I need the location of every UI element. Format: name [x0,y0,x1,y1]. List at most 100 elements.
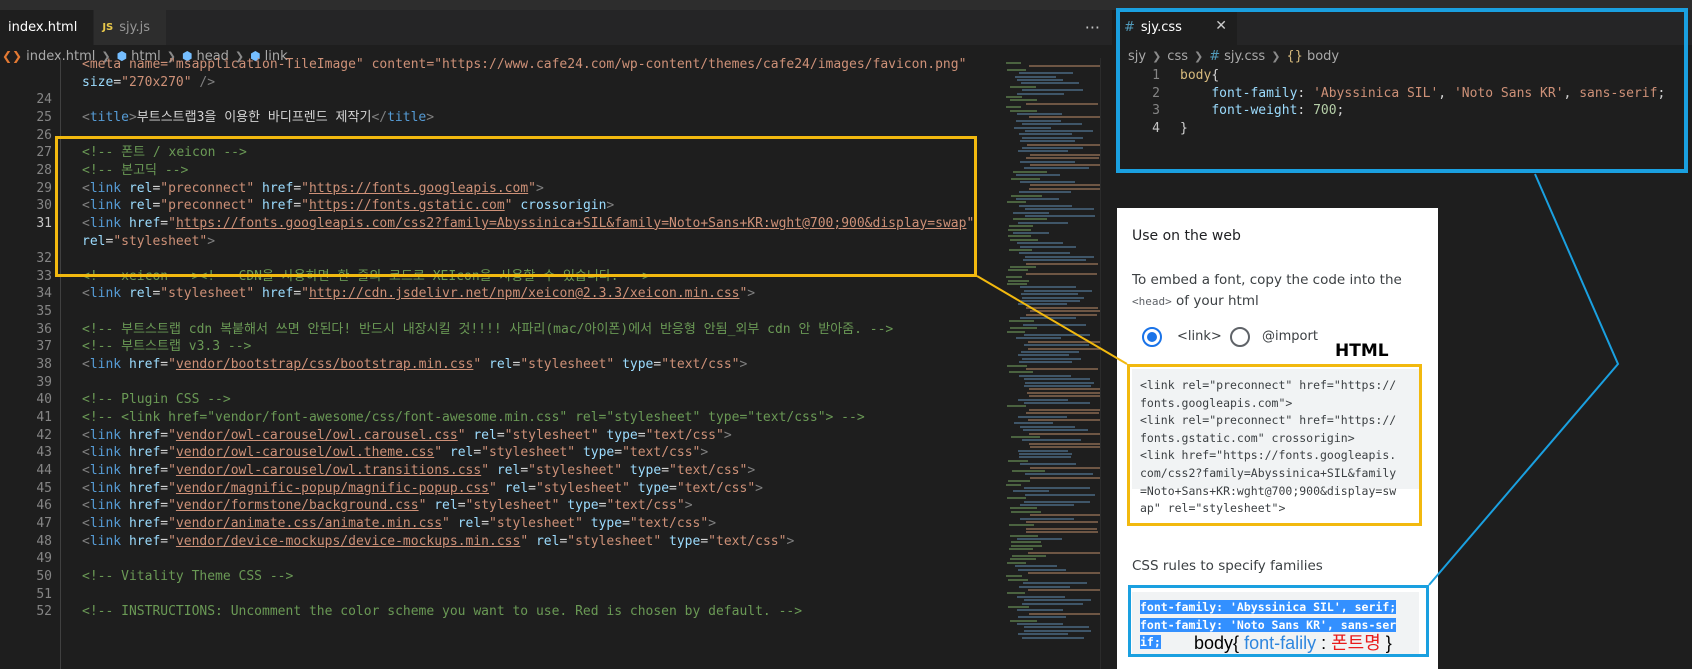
code-token: link [89,462,122,478]
code-token: link [89,427,122,443]
code-line[interactable]: 45 <link href="vendor/magnific-popup/magn… [0,479,1000,498]
code-line[interactable]: 39 [0,373,1000,392]
minimap-line [1025,493,1095,496]
code-token: title [387,109,427,125]
code-token: > [723,427,732,443]
code-token: vendor/formstone/background.css [175,498,419,514]
minimap-line [1023,582,1087,585]
code-line[interactable]: 49 [0,549,1000,568]
vertical-scrollbar[interactable] [1100,58,1112,669]
line-number: 35 [36,304,52,320]
code-line[interactable]: 42 <link href="vendor/owl-carousel/owl.ca… [0,426,1000,445]
js-file-icon: JS [102,22,114,33]
minimap-line [1024,599,1091,602]
code-token: vendor/device-mockups/device-mockups.min… [175,533,521,549]
minimap-line [1019,456,1071,459]
minimap-line [1015,75,1056,78]
code-line[interactable]: 52 <!-- INSTRUCTIONS: Uncomment the color… [0,602,1000,621]
minimap-line [1011,194,1042,197]
minimap-line [1028,340,1105,343]
code-line[interactable]: 50 <!-- Vitality Theme CSS --> [0,567,1000,586]
code-line[interactable]: 25 <title>부트스트랩3을 이용한 바디프렌드 제작기</title> [0,108,1000,127]
minimap-line [1007,561,1026,564]
code-line[interactable]: 34 <link rel="stylesheet" href="http://cd… [0,284,1000,303]
minimap-line [1025,208,1094,211]
code-line[interactable]: <meta name="msapplication-TileImage" con… [0,58,1000,74]
code-line[interactable]: 48 <link href="vendor/device-mockups/devi… [0,532,1000,551]
code-token: <!-- Vitality Theme CSS --> [82,568,294,584]
code-line[interactable]: 24 [0,90,1000,109]
minimap-line [1006,575,1022,578]
line-number: 34 [36,286,52,302]
code-token: = [528,480,536,496]
code-line[interactable]: 43 <link href="vendor/owl-carousel/owl.th… [0,443,1000,462]
minimap-line [1013,170,1047,173]
minimap-line [1007,283,1027,285]
code-token: > [786,533,795,549]
code-line[interactable]: size="270x270" /> [0,73,1000,92]
minimap-line [1006,106,1021,109]
minimap-line [1011,544,1042,547]
code-line[interactable]: 47 <link href="vendor/animate.css/animate… [0,514,1000,533]
radio-import[interactable] [1230,327,1250,347]
code-line[interactable]: 37 <!-- 부트스트랩 v3.3 --> [0,337,1000,356]
code-token: "stylesheet" [481,445,576,461]
code-token: type [637,480,670,496]
code-line[interactable]: 44 <link href="vendor/owl-carousel/owl.tr… [0,461,1000,480]
radio-link[interactable] [1142,327,1162,347]
minimap-line [1029,187,1105,190]
minimap-line [1024,629,1091,632]
minimap[interactable] [1000,58,1105,669]
tab-sjy-js[interactable]: JS sjy.js [94,10,167,45]
minimap-line [1020,317,1076,319]
minimap-line [1026,412,1099,415]
code-line[interactable]: 46 <link href="vendor/formstone/backgroun… [0,496,1000,515]
code-line[interactable]: 38 <link href="vendor/bootstrap/css/boots… [0,355,1000,374]
minimap-line [1024,289,1092,292]
minimap-line [1018,303,1067,306]
minimap-line [1014,126,1051,129]
minimap-line [1018,354,1069,357]
minimap-line [1028,589,1105,591]
minimap-line [1016,198,1059,200]
code-text: <!-- Plugin CSS --> [82,390,231,409]
minimap-line [1010,109,1037,112]
code-token: href [128,480,161,496]
code-text: <link href="vendor/owl-carousel/owl.tran… [82,461,755,480]
more-actions-icon[interactable]: ··· [1085,10,1100,45]
minimap-line [1022,602,1083,605]
blue-highlight-box [1116,8,1688,173]
code-token: = [473,445,482,461]
code-line[interactable]: 51 [0,585,1000,604]
code-token: = [661,462,670,478]
minimap-line [1020,517,1074,520]
minimap-line [1019,72,1073,75]
minimap-line [1021,82,1079,85]
code-line[interactable]: 36 <!-- 부트스트랩 cdn 복붙해서 쓰면 안된다! 반드시 내장시킬 것… [0,320,1000,339]
code-token: "text/css" [645,427,724,443]
line-number: 50 [36,568,52,584]
code-token: "text/css" [622,445,701,461]
code-token: rel [473,427,497,443]
minimap-line [1017,113,1062,115]
code-token: "text/css" [661,357,740,373]
minimap-line [1022,123,1082,126]
minimap-line [1020,140,1075,143]
embed-description: To embed a font, copy the code into the … [1132,272,1402,309]
code-token: = [622,515,630,531]
minimap-line [1011,541,1041,544]
code-token: "text/css" [606,498,685,514]
code-line[interactable]: 41 <!-- <link href="vendor/font-awesome/c… [0,408,1000,427]
minimap-line [1030,466,1105,469]
code-token: = [160,480,169,496]
minimap-line [1028,551,1105,554]
minimap-line [1016,119,1061,122]
line-number: 37 [36,339,52,355]
code-line[interactable]: 35 [0,302,1000,321]
code-line[interactable]: 40 <!-- Plugin CSS --> [0,390,1000,409]
tab-index-html[interactable]: index.html [0,10,95,45]
